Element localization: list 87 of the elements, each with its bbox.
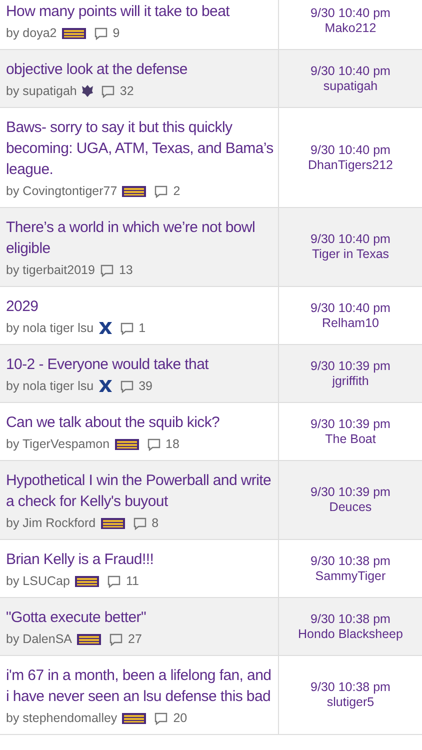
last-poster-link[interactable]: jgriffith — [332, 374, 369, 388]
comment-icon — [94, 26, 108, 40]
last-poster-link[interactable]: The Boat — [325, 432, 376, 446]
author-text: by Jim Rockford — [6, 516, 96, 530]
author-text: by doya2 — [6, 26, 57, 40]
thread-title-link[interactable]: Can we talk about the squib kick? — [6, 412, 274, 433]
team-logo-icon — [62, 28, 86, 38]
last-poster-link[interactable]: Hondo Blacksheep — [298, 626, 403, 642]
team-logo-icon — [100, 518, 125, 528]
comment-icon — [106, 574, 121, 588]
last-poster-link[interactable]: DhanTigers212 — [308, 158, 393, 172]
author-text: by DalenSA — [6, 632, 72, 646]
thread-title-link[interactable]: 2029 — [6, 296, 274, 317]
reply-count: 8 — [152, 516, 159, 530]
last-poster-link[interactable]: Mako212 — [324, 20, 376, 36]
comment-icon — [132, 516, 147, 530]
reply-count: 18 — [166, 437, 180, 451]
last-poster-link[interactable]: Relham10 — [322, 316, 379, 330]
author-text: by TigerVespamon — [6, 437, 110, 451]
reply-count: 39 — [138, 379, 152, 393]
last-poster-link[interactable]: Deuces — [329, 500, 372, 515]
comment-icon — [120, 322, 134, 334]
team-logo-icon — [122, 712, 146, 724]
last-poster-link[interactable]: slutiger5 — [326, 695, 374, 710]
thread-title-link[interactable]: How many points will it take to beat — [6, 1, 274, 22]
last-poster-link[interactable]: SammyTiger — [315, 568, 386, 584]
thread-row[interactable]: "Gotta execute better" by DalenSA 27 9/30 10:38 pm Hondo Blacksheep — [0, 598, 422, 656]
thread-row[interactable]: i'm 67 in a month, been a lifelong fan, and i have never seen an lsu defense this bad by stephendomalley 20 9/30 10:38 pm slutiger5 — [0, 656, 422, 735]
comment-icon — [154, 712, 168, 724]
thread-row[interactable]: 2029 by nola tiger lsu 1 9/30 10:40 pm Relham10 — [0, 287, 422, 345]
post-time: 9/30 10:40 pm — [310, 6, 390, 20]
reply-count: 20 — [173, 711, 188, 725]
last-poster-link[interactable]: Tiger in Texas — [312, 247, 390, 262]
reply-count: 13 — [118, 263, 133, 277]
comment-icon — [146, 438, 161, 450]
author-text: by tigerbait2019 — [6, 263, 95, 277]
reply-count: 2 — [173, 184, 180, 198]
thread-title-link[interactable]: 10-2 - Everyone would take that — [6, 354, 274, 375]
thread-row[interactable]: Hypothetical I win the Powerball and write a check for Kelly's buyout by Jim Rockford 8 9/30 10:39 pm Deuces — [0, 461, 422, 540]
thread-row[interactable]: Can we talk about the squib kick? by TigerVespamon 18 9/30 10:39 pm The Boat — [0, 403, 422, 461]
post-time: 9/30 10:39 pm — [310, 358, 390, 374]
thread-title-link[interactable]: Brian Kelly is a Fraud!!! — [6, 549, 274, 570]
post-time: 9/30 10:38 pm — [310, 554, 390, 568]
post-time: 9/30 10:40 pm — [310, 300, 390, 316]
post-time: 9/30 10:38 pm — [310, 680, 390, 695]
comment-icon — [109, 632, 124, 646]
team-logo-icon — [74, 576, 99, 586]
author-text: by nola tiger lsu — [6, 321, 94, 335]
last-poster-link[interactable]: supatigah — [323, 78, 378, 94]
team-logo-icon — [77, 634, 102, 644]
thread-title-link[interactable]: objective look at the defense — [6, 59, 274, 80]
comment-icon — [154, 184, 168, 198]
thread-row[interactable]: Baws- sorry to say it but this quickly becoming: UGA, ATM, Texas, and Bama’s league. by Covingtontiger77 2 9/30 10:40 pm DhanTigers212 — [0, 108, 422, 208]
thread-row[interactable]: How many points will it take to beat by doya2 9 9/30 10:40 pm Mako212 — [0, 0, 422, 50]
author-text: by nola tiger lsu — [6, 379, 94, 393]
thread-row[interactable]: There’s a world in which we’re not bowl eligible by tigerbait2019 13 9/30 10:40 pm Tiger in Texas — [0, 208, 422, 287]
author-text: by Covingtontiger77 — [6, 184, 118, 198]
post-time: 9/30 10:40 pm — [310, 142, 390, 158]
thread-row[interactable]: Brian Kelly is a Fraud!!! by LSUCap 11 9/30 10:38 pm SammyTiger — [0, 540, 422, 598]
reply-count: 32 — [120, 84, 134, 98]
thread-title-link[interactable]: i'm 67 in a month, been a lifelong fan, and i have never seen an lsu defense this bad — [6, 665, 274, 707]
team-logo-icon — [122, 186, 146, 196]
comment-icon — [100, 84, 115, 98]
comment-icon — [120, 380, 134, 392]
reply-count: 27 — [128, 632, 142, 646]
reply-count: 9 — [112, 26, 120, 40]
cross-icon — [98, 322, 112, 334]
author-text: by supatigah — [6, 84, 77, 98]
cross-icon — [98, 380, 112, 392]
team-logo-icon — [114, 438, 139, 450]
post-time: 9/30 10:38 pm — [310, 612, 390, 626]
post-time: 9/30 10:39 pm — [310, 416, 390, 432]
thread-row[interactable]: 10-2 - Everyone would take that by nola tiger lsu 39 9/30 10:39 pm jgriffith — [0, 345, 422, 403]
thread-title-link[interactable]: Baws- sorry to say it but this quickly becoming: UGA, ATM, Texas, and Bama’s league. — [6, 117, 274, 180]
thread-title-link[interactable]: There’s a world in which we’re not bowl eligible — [6, 217, 274, 259]
comment-icon — [100, 264, 114, 276]
thread-title-link[interactable]: "Gotta execute better" — [6, 607, 274, 628]
post-time: 9/30 10:40 pm — [310, 232, 390, 247]
post-time: 9/30 10:39 pm — [310, 485, 390, 500]
reply-count: 1 — [138, 321, 146, 335]
thread-row[interactable]: objective look at the defense by supatigah 32 9/30 10:40 pm supatigah — [0, 50, 422, 108]
reply-count: 11 — [126, 574, 139, 588]
thread-title-link[interactable]: Hypothetical I win the Powerball and write a check for Kelly's buyout — [6, 470, 274, 512]
author-text: by stephendomalley — [6, 711, 118, 725]
author-text: by LSUCap — [6, 574, 70, 588]
post-time: 9/30 10:40 pm — [310, 64, 390, 78]
crest-icon — [82, 85, 93, 97]
